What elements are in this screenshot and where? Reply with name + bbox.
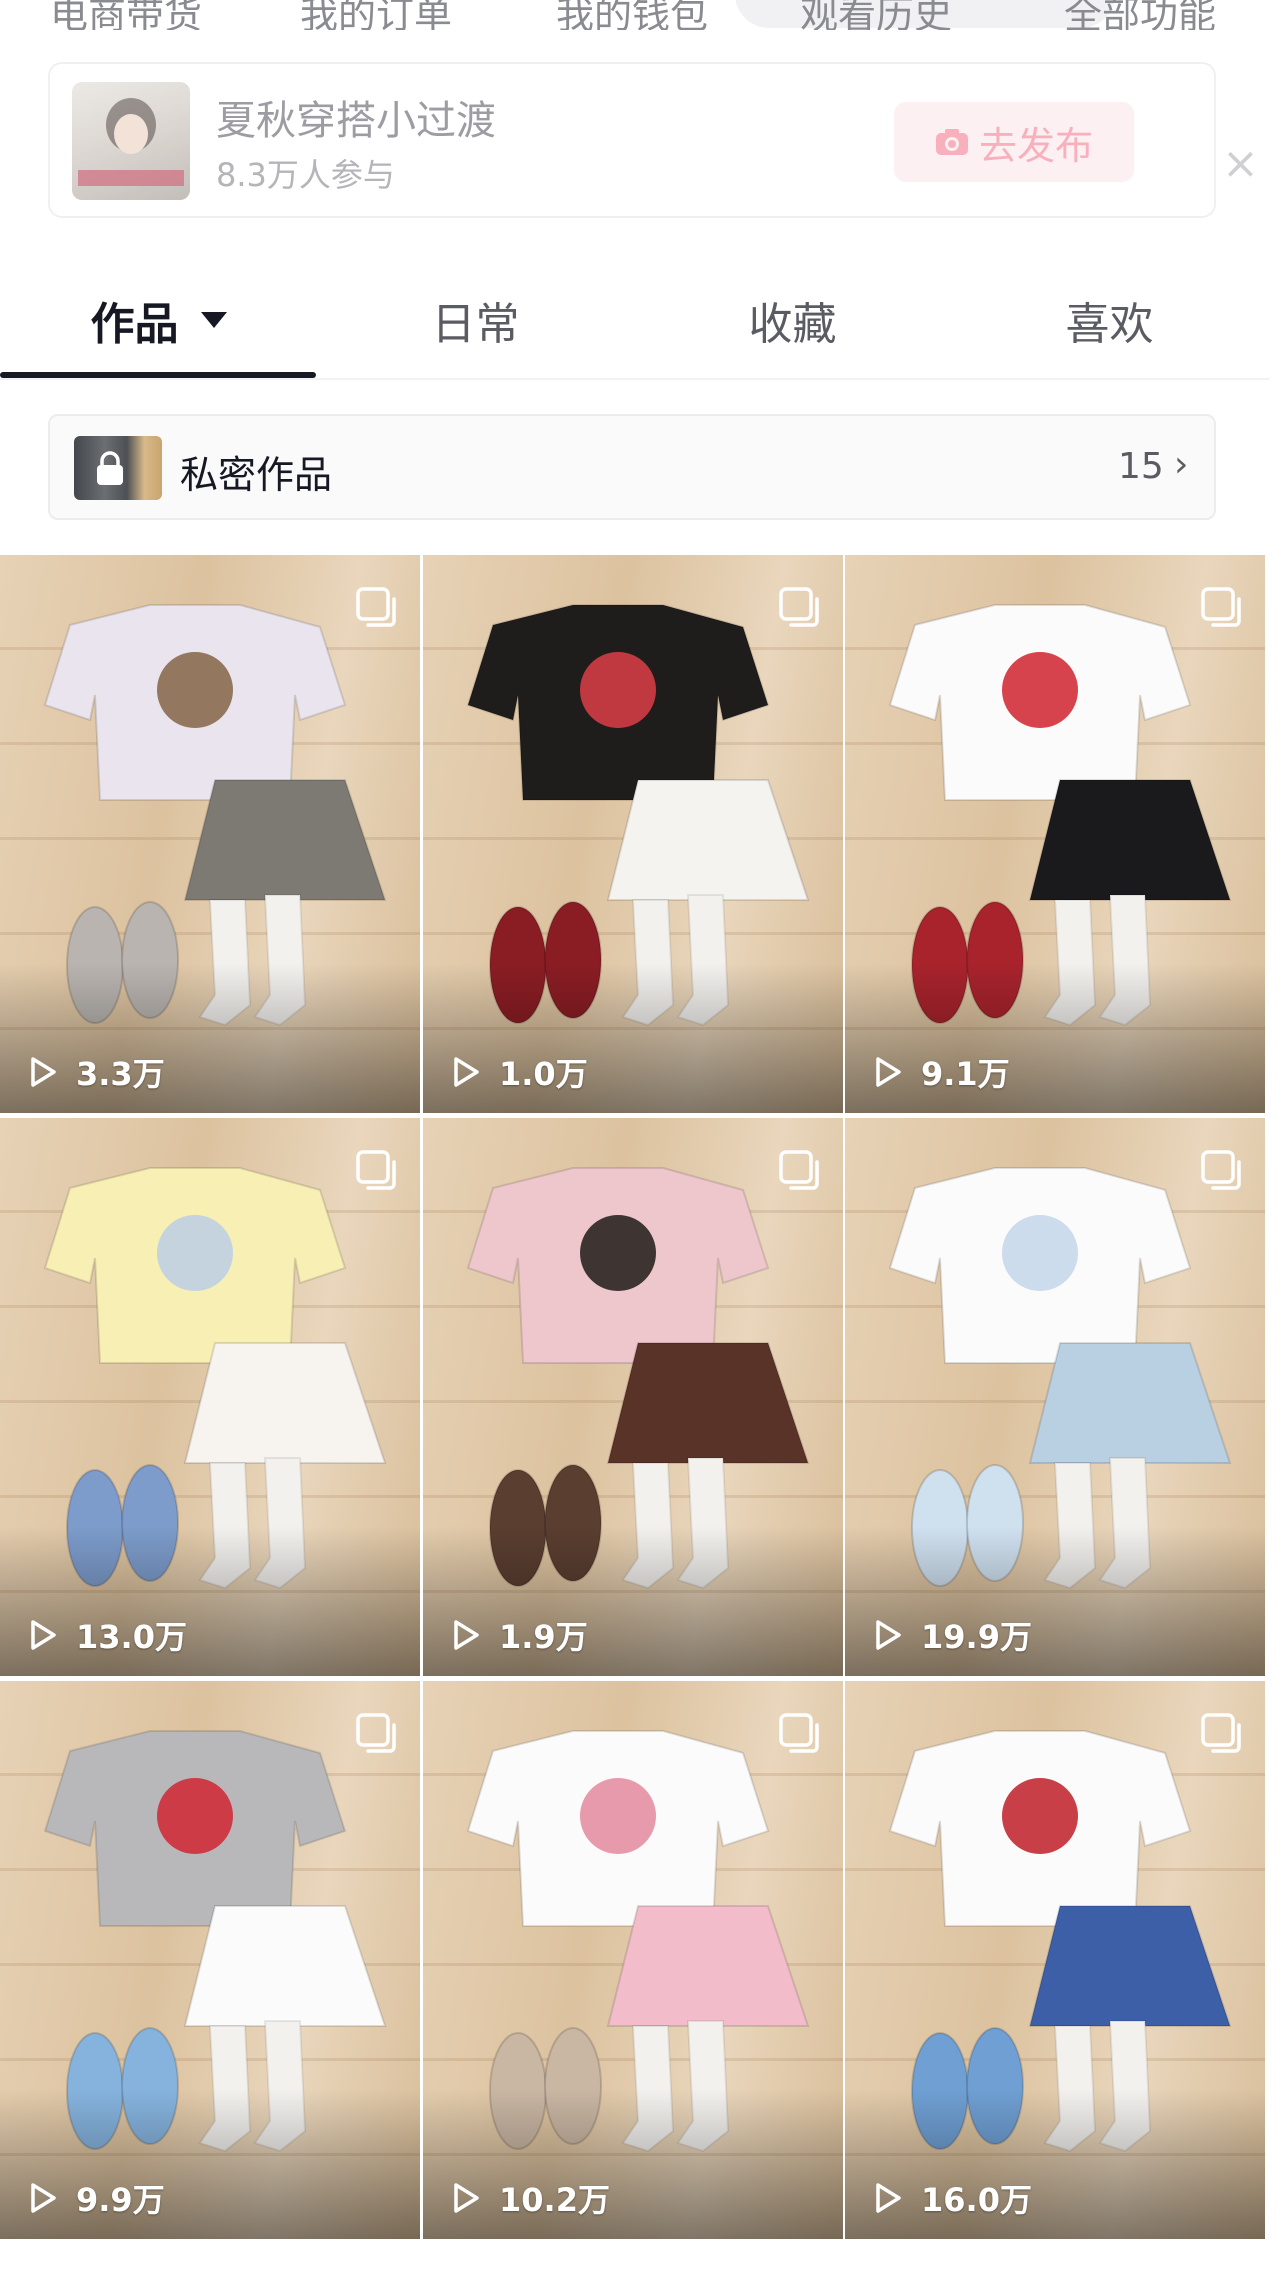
camera-icon <box>935 129 968 155</box>
tab-favorites[interactable]: 收藏 <box>634 270 951 370</box>
multi-select-icon[interactable] <box>777 585 821 629</box>
outfit-accent <box>580 1778 656 1854</box>
view-count: 9.9万 <box>24 2175 165 2221</box>
multi-select-icon[interactable] <box>354 585 398 629</box>
publish-button[interactable]: 去发布 <box>894 102 1134 182</box>
video-card[interactable]: 9.9万 <box>0 1681 420 2239</box>
video-card[interactable]: 10.2万 <box>423 1681 843 2239</box>
view-count-label: 19.9万 <box>921 1618 1032 1656</box>
multi-select-icon[interactable] <box>777 1711 821 1755</box>
profile-tabs: 作品 日常 收藏 喜欢 <box>0 270 1270 380</box>
view-count: 13.0万 <box>24 1612 187 1658</box>
outfit-bottom <box>1028 1905 1232 2027</box>
outfit-accent <box>1002 1215 1078 1291</box>
tabs-divider <box>0 378 1270 380</box>
view-count-label: 16.0万 <box>921 2181 1032 2219</box>
view-count-label: 9.9万 <box>76 2181 165 2219</box>
topic-thumbnail <box>72 82 190 200</box>
multi-select-icon[interactable] <box>1199 585 1243 629</box>
play-icon <box>31 1057 56 1087</box>
multi-select-icon[interactable] <box>1199 1148 1243 1192</box>
tab-daily[interactable]: 日常 <box>317 270 634 370</box>
play-icon <box>31 1620 56 1650</box>
topic-title: 夏秋穿搭小过渡 <box>216 98 496 144</box>
video-card[interactable]: 13.0万 <box>0 1118 420 1676</box>
video-card[interactable]: 1.9万 <box>423 1118 843 1676</box>
outfit-bottom <box>606 779 810 901</box>
video-card[interactable]: 19.9万 <box>845 1118 1265 1676</box>
outfit-accent <box>157 652 233 728</box>
view-count-label: 10.2万 <box>499 2181 610 2219</box>
multi-select-icon[interactable] <box>354 1711 398 1755</box>
outfit-accent <box>157 1778 233 1854</box>
outfit-accent <box>1002 1778 1078 1854</box>
quick-link-wallet[interactable]: 我的钱包 <box>556 0 708 30</box>
publish-button-label: 去发布 <box>978 123 1093 168</box>
outfit-bottom <box>183 779 387 901</box>
play-icon <box>876 1057 901 1087</box>
multi-select-icon[interactable] <box>1199 1711 1243 1755</box>
outfit-accent <box>580 652 656 728</box>
outfit-bottom <box>606 1905 810 2027</box>
quick-link-history[interactable]: 观看历史 <box>800 0 952 30</box>
view-count: 3.3万 <box>24 1049 165 1095</box>
video-grid: 3.3万 1.0万 9.1万 13.0万 1.9万 19.9万 9.9万 10.… <box>0 555 1265 2239</box>
lock-icon <box>97 451 123 485</box>
quick-links-row: 电商带货 我的订单 我的钱包 观看历史 全部功能 <box>0 0 1284 30</box>
topic-promo-card[interactable]: 夏秋穿搭小过渡 8.3万人参与 去发布 × <box>48 62 1259 218</box>
view-count: 1.9万 <box>447 1612 588 1658</box>
outfit-bottom <box>1028 779 1232 901</box>
view-count: 9.1万 <box>869 1049 1010 1095</box>
video-card[interactable]: 3.3万 <box>0 555 420 1113</box>
play-icon <box>454 1057 479 1087</box>
private-works-label: 私密作品 <box>180 453 333 497</box>
play-icon <box>876 1620 901 1650</box>
close-icon[interactable]: × <box>1222 142 1259 186</box>
outfit-bottom <box>606 1342 810 1464</box>
view-count: 16.0万 <box>869 2175 1032 2221</box>
tab-daily-label: 日常 <box>431 299 520 350</box>
video-card[interactable]: 9.1万 <box>845 555 1265 1113</box>
tab-works[interactable]: 作品 <box>0 270 317 370</box>
dropdown-arrow-icon[interactable] <box>200 312 227 328</box>
private-works-row[interactable]: 私密作品 15 › <box>48 414 1216 520</box>
view-count-label: 1.0万 <box>499 1055 588 1093</box>
play-icon <box>454 2183 479 2213</box>
outfit-bottom <box>1028 1342 1232 1464</box>
outfit-accent <box>157 1215 233 1291</box>
play-icon <box>31 2183 56 2213</box>
topic-participants: 8.3万人参与 <box>216 156 395 194</box>
quick-link-orders[interactable]: 我的订单 <box>300 0 452 30</box>
tab-favorites-label: 收藏 <box>748 299 837 350</box>
quick-link-all[interactable]: 全部功能 <box>1064 0 1216 30</box>
outfit-accent <box>1002 652 1078 728</box>
outfit-bottom <box>183 1905 387 2027</box>
tab-likes[interactable]: 喜欢 <box>951 270 1268 370</box>
view-count: 19.9万 <box>869 1612 1032 1658</box>
view-count-label: 1.9万 <box>499 1618 588 1656</box>
private-works-thumbnail <box>74 436 162 500</box>
view-count: 10.2万 <box>447 2175 610 2221</box>
play-icon <box>454 1620 479 1650</box>
tab-likes-label: 喜欢 <box>1065 299 1154 350</box>
play-icon <box>876 2183 901 2213</box>
outfit-accent <box>580 1215 656 1291</box>
view-count: 1.0万 <box>447 1049 588 1095</box>
view-count-label: 3.3万 <box>76 1055 165 1093</box>
private-works-count: 15 <box>1118 446 1164 487</box>
view-count-label: 13.0万 <box>76 1618 187 1656</box>
multi-select-icon[interactable] <box>777 1148 821 1192</box>
tab-works-label: 作品 <box>90 299 179 350</box>
video-card[interactable]: 16.0万 <box>845 1681 1265 2239</box>
video-card[interactable]: 1.0万 <box>423 555 843 1113</box>
outfit-bottom <box>183 1342 387 1464</box>
view-count-label: 9.1万 <box>921 1055 1010 1093</box>
quick-link-ecommerce[interactable]: 电商带货 <box>50 0 202 30</box>
chevron-right-icon: › <box>1174 444 1189 485</box>
multi-select-icon[interactable] <box>354 1148 398 1192</box>
